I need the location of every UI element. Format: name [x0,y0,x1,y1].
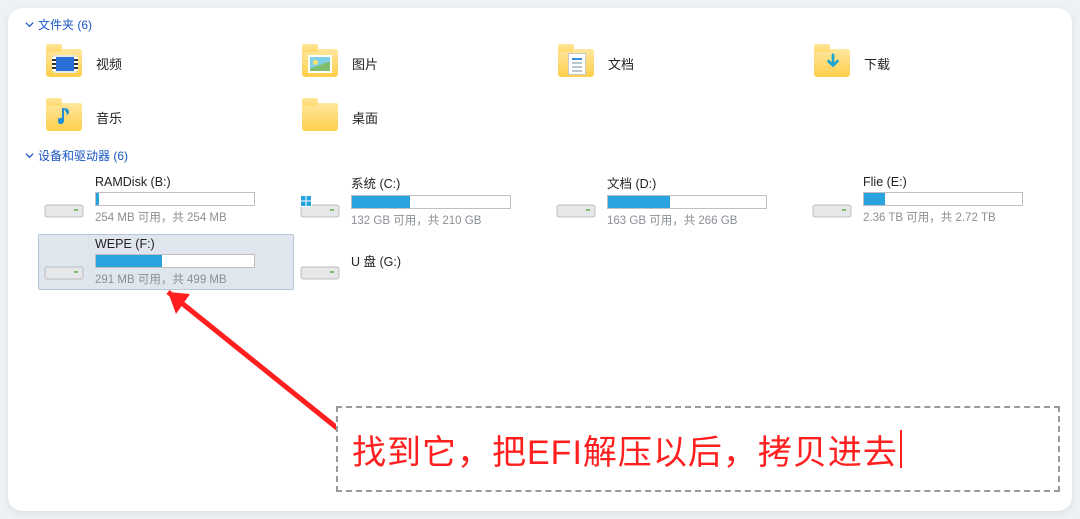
drive-icon [555,179,597,221]
drive-icon [43,179,85,221]
folder-music[interactable]: 音乐 [38,93,294,141]
folder-label: 图片 [352,54,378,73]
drive-name: U 盘 (G:) [351,251,541,270]
section-header-folders[interactable]: 文件夹 (6) [8,14,1072,39]
drive-usage-bar [351,195,511,209]
folder-label: 视频 [96,54,122,73]
folder-icon [44,99,84,135]
folder-pictures[interactable]: 图片 [294,39,550,87]
annotation-text: 找到它，把EFI解压以后，拷贝进去 [352,425,898,474]
drive-name: Flie (E:) [863,175,1053,189]
download-arrow-icon [824,53,842,71]
folder-icon [812,45,852,81]
folder-label: 文档 [608,54,634,73]
drive-flie[interactable]: Flie (E:) 2.36 TB 可用，共 2.72 TB [806,172,1062,228]
chevron-down-icon [24,20,34,30]
folder-icon [300,99,340,135]
drive-stats: 163 GB 可用，共 266 GB [607,212,797,228]
section-header-drives-label: 设备和驱动器 (6) [38,147,128,164]
text-cursor-icon [900,430,902,468]
folder-icon [44,45,84,81]
drive-udisk[interactable]: U 盘 (G:) [294,234,550,290]
drive-name: WEPE (F:) [95,237,285,251]
music-note-icon [58,105,74,129]
folder-label: 音乐 [96,108,122,127]
folder-documents[interactable]: 文档 [550,39,806,87]
folder-desktop[interactable]: 桌面 [294,93,550,141]
folder-downloads[interactable]: 下载 [806,39,1062,87]
folder-video[interactable]: 视频 [38,39,294,87]
drive-stats: 132 GB 可用，共 210 GB [351,212,541,228]
explorer-content: 文件夹 (6) 视频 图片 文档 [8,8,1072,511]
folders-grid: 视频 图片 文档 [8,39,1072,141]
drive-icon [43,241,85,283]
chevron-down-icon [24,151,34,161]
drive-icon [299,241,341,283]
folder-label: 桌面 [352,108,378,127]
drive-usage-bar [95,254,255,268]
drive-system[interactable]: 系统 (C:) 132 GB 可用，共 210 GB [294,172,550,228]
drive-name: 文档 (D:) [607,173,797,192]
windows-badge-icon [300,195,312,207]
folder-icon [300,45,340,81]
section-header-folders-label: 文件夹 (6) [38,16,92,33]
drive-usage-bar [607,195,767,209]
folder-label: 下载 [864,54,890,73]
drive-name: RAMDisk (B:) [95,175,285,189]
drive-icon [811,179,853,221]
section-header-drives[interactable]: 设备和驱动器 (6) [8,141,1072,170]
drive-usage-bar [95,192,255,206]
drive-icon [299,179,341,221]
drive-name: 系统 (C:) [351,173,541,192]
drive-wepe[interactable]: WEPE (F:) 291 MB 可用，共 499 MB [38,234,294,290]
drives-grid: RAMDisk (B:) 254 MB 可用，共 254 MB 系统 (C:) … [8,170,1072,290]
folder-icon [556,45,596,81]
drive-stats: 291 MB 可用，共 499 MB [95,271,285,287]
drive-ramdisk[interactable]: RAMDisk (B:) 254 MB 可用，共 254 MB [38,172,294,228]
explorer-window: 文件夹 (6) 视频 图片 文档 [8,8,1072,511]
drive-stats: 2.36 TB 可用，共 2.72 TB [863,209,1053,225]
drive-docs[interactable]: 文档 (D:) 163 GB 可用，共 266 GB [550,172,806,228]
drive-usage-bar [863,192,1023,206]
drive-stats: 254 MB 可用，共 254 MB [95,209,285,225]
annotation-callout: 找到它，把EFI解压以后，拷贝进去 [336,406,1060,492]
